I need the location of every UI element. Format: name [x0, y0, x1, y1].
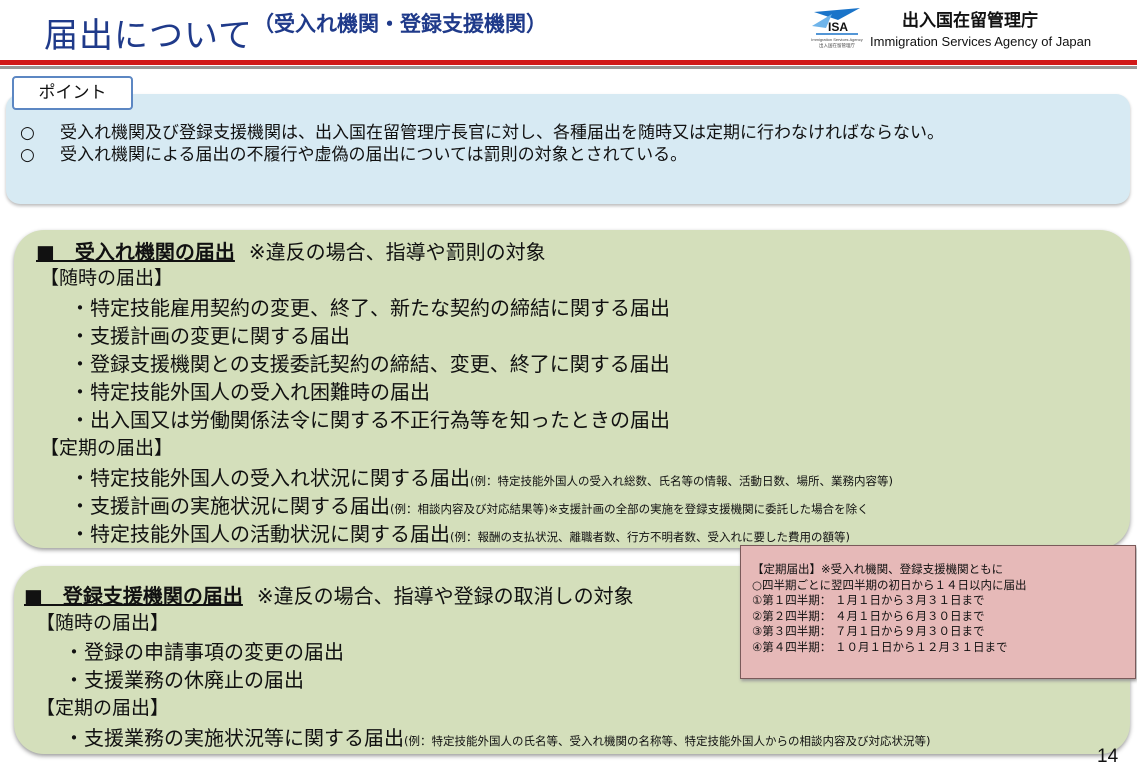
section2-heading: ■ 登録支援機関の届出 ※違反の場合、指導や登録の取消しの対象 — [24, 580, 634, 609]
section1-adhoc-item: ・支援計画の変更に関する届出 — [70, 324, 350, 348]
periodic-item-text: ・特定技能外国人の活動状況に関する届出 — [70, 522, 450, 546]
section1-adhoc-item: ・出入国又は労働関係法令に関する不正行為等を知ったときの届出 — [70, 408, 670, 432]
title-main: 届出について — [44, 16, 253, 56]
section2-periodic-label: 【定期の届出】 — [36, 697, 170, 719]
title-sub: （受入れ機関・登録支援機関） — [252, 12, 547, 36]
schedule-note-line: ①第１四半期： １月１日から３月３１日まで — [752, 593, 985, 608]
point-list: ○ 受入れ機関及び登録支援機関は、出入国在留管理庁長官に対し、各種届出を随時又は定… — [20, 122, 1100, 166]
schedule-note-line: ③第３四半期： ７月１日から９月３０日まで — [752, 624, 985, 639]
section1-adhoc-item: ・特定技能雇用契約の変更、終了、新たな契約の締結に関する届出 — [70, 296, 670, 320]
point-text: 受入れ機関による届出の不履行や虚偽の届出については罰則の対象とされている。 — [60, 145, 688, 165]
circle-bullet-icon: ○ — [20, 145, 35, 165]
periodic-item-note: (例：特定技能外国人の氏名等、受入れ機関の名称等、特定技能外国人からの相談内容及… — [404, 734, 931, 748]
schedule-note-lines: 【定期届出】※受入れ機関、登録支援機関ともに ○四半期ごとに翌四半期の初日から１… — [752, 562, 1027, 656]
page-number: 14 — [1097, 746, 1119, 767]
section1-adhoc-label: 【随時の届出】 — [40, 267, 174, 289]
logo-text: ISA — [828, 20, 848, 34]
section1-title: ■ 受入れ機関の届出 — [36, 240, 235, 264]
org-name-en: Immigration Services Agency of Japan — [870, 34, 1092, 49]
header-rule-gray — [0, 66, 1137, 69]
schedule-note-line: ②第２四半期： ４月１日から６月３０日まで — [752, 608, 985, 623]
point-item: ○ 受入れ機関による届出の不履行や虚偽の届出については罰則の対象とされている。 — [20, 144, 1100, 166]
point-text: 受入れ機関及び登録支援機関は、出入国在留管理庁長官に対し、各種届出を随時又は定期… — [60, 123, 944, 143]
section1-periodic-label: 【定期の届出】 — [40, 437, 174, 459]
periodic-item-text: ・特定技能外国人の受入れ状況に関する届出 — [70, 466, 470, 490]
schedule-note-line: 【定期届出】※受入れ機関、登録支援機関ともに — [752, 562, 1004, 576]
isa-logo: ISA Immigration Services Agency 出入国在留管理庁 — [811, 8, 863, 49]
page-title: 届出について （受入れ機関・登録支援機関） — [44, 8, 547, 57]
logo-small-en: Immigration Services Agency — [811, 37, 863, 42]
section2-note: ※違反の場合、指導や登録の取消しの対象 — [256, 584, 634, 608]
section1-adhoc-item: ・登録支援機関との支援委託契約の締結、変更、終了に関する届出 — [70, 352, 670, 376]
header-rule-red — [0, 60, 1137, 65]
periodic-item-note: (例：相談内容及び対応結果等)※支援計画の全部の実施を登録支援機関に委託した場合… — [390, 502, 869, 516]
point-label: ポイント — [12, 76, 133, 110]
section2-adhoc-label: 【随時の届出】 — [36, 612, 170, 634]
org-name-ja: 出入国在留管理庁 — [902, 11, 1038, 31]
schedule-note-line: ④第４四半期： １０月１日から１２月３１日まで — [752, 639, 1008, 654]
section1-adhoc-item: ・特定技能外国人の受入れ困難時の届出 — [70, 380, 430, 404]
section1-periodic-item: ・特定技能外国人の受入れ状況に関する届出(例：特定技能外国人の受入れ総数、氏名等… — [70, 462, 893, 491]
section1-note: ※違反の場合、指導や罰則の対象 — [248, 240, 546, 264]
section2-adhoc-item: ・登録の申請事項の変更の届出 — [64, 640, 344, 664]
section1-periodic-item: ・支援計画の実施状況に関する届出(例：相談内容及び対応結果等)※支援計画の全部の… — [70, 490, 869, 519]
point-item: ○ 受入れ機関及び登録支援機関は、出入国在留管理庁長官に対し、各種届出を随時又は定… — [20, 122, 1100, 144]
periodic-item-text: ・支援計画の実施状況に関する届出 — [70, 494, 390, 518]
section1-heading: ■ 受入れ機関の届出 ※違反の場合、指導や罰則の対象 — [36, 236, 546, 265]
section2-periodic-item: ・支援業務の実施状況等に関する届出(例：特定技能外国人の氏名等、受入れ機関の名称… — [64, 722, 930, 751]
circle-bullet-icon: ○ — [20, 123, 35, 143]
schedule-note-line: ○四半期ごとに翌四半期の初日から１４日以内に届出 — [752, 577, 1027, 592]
periodic-item-text: ・支援業務の実施状況等に関する届出 — [64, 726, 404, 750]
periodic-item-note: (例：特定技能外国人の受入れ総数、氏名等の情報、活動日数、場所、業務内容等) — [470, 474, 893, 488]
periodic-item-note: (例：報酬の支払状況、離職者数、行方不明者数、受入れに要した費用の額等) — [450, 530, 850, 544]
section2-adhoc-item: ・支援業務の休廃止の届出 — [64, 668, 304, 692]
section1-periodic-item: ・特定技能外国人の活動状況に関する届出(例：報酬の支払状況、離職者数、行方不明者… — [70, 518, 850, 547]
section2-title: ■ 登録支援機関の届出 — [24, 584, 243, 608]
logo-small-ja: 出入国在留管理庁 — [819, 42, 855, 49]
